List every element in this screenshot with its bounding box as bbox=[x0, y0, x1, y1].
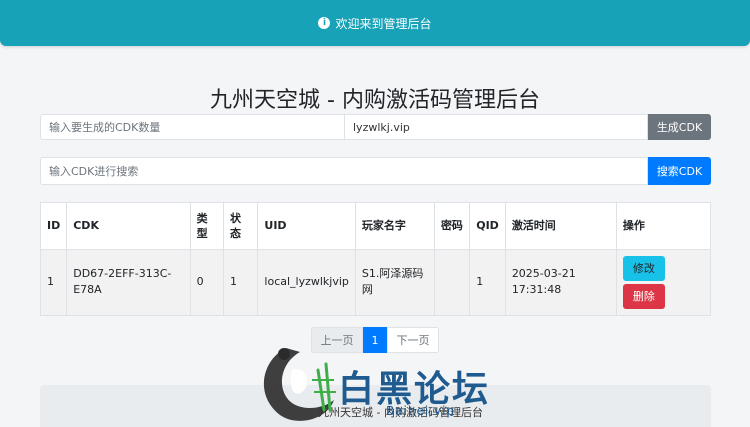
header-cdk: CDK bbox=[66, 203, 191, 250]
cell-cdk: DD67-2EFF-313C-E78A bbox=[66, 249, 191, 315]
cell-actions: 修改 删除 bbox=[616, 249, 710, 315]
edit-button[interactable]: 修改 bbox=[622, 255, 665, 281]
table-row: 1 DD67-2EFF-313C-E78A 0 1 local_lyzwlkjv… bbox=[41, 249, 710, 315]
welcome-banner: i 欢迎来到管理后台 bbox=[0, 0, 750, 46]
search-input[interactable] bbox=[40, 157, 648, 185]
cell-uid: local_lyzwlkjvip bbox=[257, 249, 356, 315]
header-actions: 操作 bbox=[616, 203, 710, 250]
search-form: 搜索CDK bbox=[40, 157, 711, 185]
page-title: 九州天空城 - 内购激活码管理后台 bbox=[210, 88, 540, 113]
header-type: 类型 bbox=[190, 203, 225, 250]
site-input[interactable] bbox=[345, 114, 648, 140]
header-time: 激活时间 bbox=[505, 203, 617, 250]
header-uid: UID bbox=[257, 203, 356, 250]
welcome-text: 欢迎来到管理后台 bbox=[335, 16, 432, 31]
header-status: 状态 bbox=[223, 203, 259, 250]
header-password: 密码 bbox=[434, 203, 471, 250]
watermark-domain: Baihei.vip bbox=[386, 404, 456, 418]
cell-time: 2025-03-21 17:31:48 bbox=[505, 249, 617, 315]
cell-status: 1 bbox=[223, 249, 259, 315]
delete-button[interactable]: 删除 bbox=[622, 283, 665, 309]
cell-type: 0 bbox=[190, 249, 225, 315]
header-qid: QID bbox=[469, 203, 506, 250]
cell-password bbox=[434, 249, 471, 315]
search-cdk-button[interactable]: 搜索CDK bbox=[648, 157, 711, 185]
cdk-table: ID CDK 类型 状态 UID 玩家名字 密码 QID 激活时间 操作 1 D… bbox=[40, 202, 711, 316]
info-circle-icon: i bbox=[318, 17, 331, 29]
cell-player: S1.阿泽源码网 bbox=[355, 249, 435, 315]
cell-id: 1 bbox=[41, 249, 68, 315]
header-player: 玩家名字 bbox=[355, 203, 435, 250]
generate-form: 生成CDK bbox=[40, 114, 711, 140]
generate-cdk-button[interactable]: 生成CDK bbox=[648, 114, 711, 140]
cell-qid: 1 bbox=[469, 249, 506, 315]
cdk-count-input[interactable] bbox=[40, 114, 345, 140]
table-header-row: ID CDK 类型 状态 UID 玩家名字 密码 QID 激活时间 操作 bbox=[41, 203, 710, 250]
header-id: ID bbox=[41, 203, 68, 250]
